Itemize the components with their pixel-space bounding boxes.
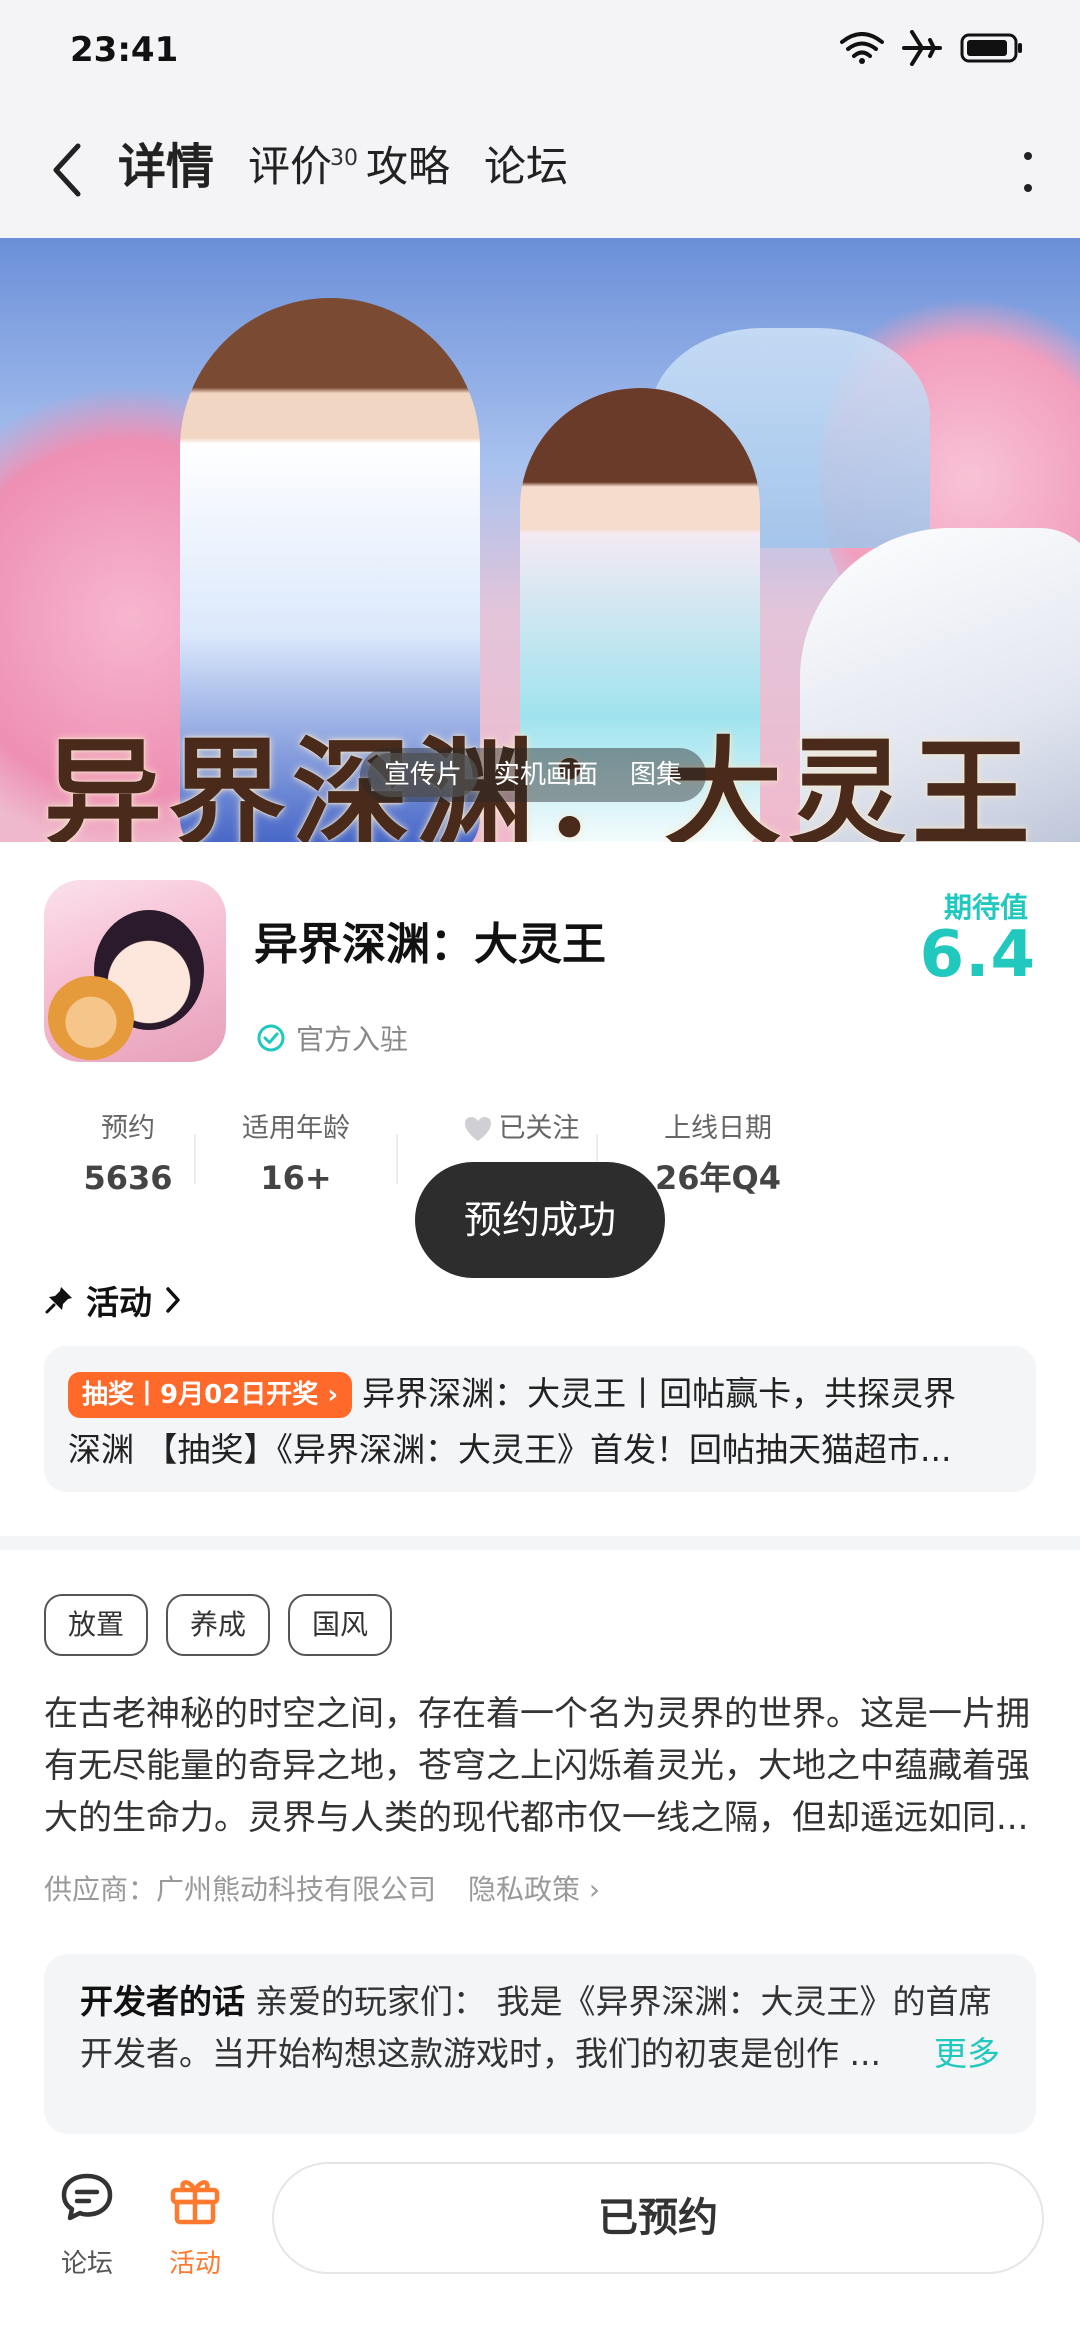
activity-heading: 活动 [86,1283,152,1322]
stat-follow-text: 已关注 [498,1113,580,1144]
official-label: 官方入驻 [296,1023,409,1056]
review-count-badge: 30 [330,146,359,171]
lottery-badge: 抽奖丨9月02日开奖 › [68,1372,353,1418]
tab-guides[interactable]: 攻略 [366,134,450,200]
back-arrow-icon[interactable] [48,140,88,200]
battery-icon [960,33,1022,63]
status-icons [840,30,1024,66]
developer-notes-text: 开发者的话 亲爱的玩家们： 我是《异界深渊：大灵王》的首席开发者。当开始构想这款游… [80,1976,1000,2080]
bottom-action-bar: 论坛 活动 已预约 [0,2134,1080,2340]
tab-guides-label: 攻略 [366,142,451,191]
stat-age-rating: 适用年龄 16+ [226,1108,366,1202]
media-tab-gallery[interactable]: 图集 [614,748,698,802]
game-description[interactable]: 在古老神秘的时空之间，存在着一个名为灵界的世界。这是一片拥有无尽能量的奇异之地，… [44,1688,1036,1844]
tab-details[interactable]: 详情 [118,134,214,200]
supplier-row: 供应商：广州熊动科技有限公司 隐私政策 › [44,1868,600,1908]
verified-check-icon [257,1024,285,1052]
tag-item[interactable]: 国风 [288,1594,393,1656]
bottom-forum-label: 论坛 [60,2249,113,2279]
activity-header[interactable]: 活动 [44,1276,182,1324]
developer-notes-title: 开发者的话 [80,1982,245,2021]
stat-reservations-value: 5636 [83,1159,173,1197]
stat-follow-label: 已关注 [426,1108,616,1150]
stat-age-value: 16+ [260,1159,332,1197]
media-tab-gameplay[interactable]: 实机画面 [478,748,614,802]
app-icon-tiger-cub [48,976,134,1060]
section-divider [0,1536,1080,1550]
app-icon [44,880,226,1062]
app-name: 异界深渊：大灵王 [254,919,606,970]
detail-tabs: 详情 评价 30 攻略 论坛 [118,134,568,200]
stat-reservations-label: 预约 [101,1113,155,1144]
airplane-icon [902,30,942,66]
promo-banner[interactable]: 异界深渊：大灵王 宣传片 实机画面 图集 [0,238,1080,842]
forum-chat-icon [61,2173,113,2221]
privacy-policy-label: 隐私政策 [468,1873,581,1906]
status-bar: 23:41 [0,0,1080,100]
stat-divider [194,1134,196,1184]
activity-text: 抽奖丨9月02日开奖 › 异界深渊：大灵王丨回帖赢卡，共探灵界 深渊 【抽奖】《异… [68,1366,1012,1478]
tab-reviews-label: 评价 [248,142,333,191]
supplier-label: 供应商：广州熊动科技有限公司 [44,1873,437,1906]
bottom-forum-button[interactable]: 论坛 [32,2170,142,2280]
tab-forum-label: 论坛 [484,142,569,191]
stat-follow[interactable]: 已关注 [426,1108,616,1154]
lottery-badge-label: 抽奖丨9月02日开奖 [82,1380,319,1410]
genre-tags: 放置 养成 国风 [44,1594,393,1656]
developer-more-link[interactable]: 更多 [926,2028,1000,2080]
reserved-button[interactable]: 已预约 [272,2162,1044,2274]
tag-item[interactable]: 养成 [166,1594,271,1656]
privacy-policy-link[interactable]: 隐私政策 › [468,1868,600,1908]
tag-item[interactable]: 放置 [44,1594,149,1656]
official-badge: 官方入驻 [256,1018,408,1058]
chevron-right-icon [166,1287,180,1313]
expectation-score: 6.4 [919,918,1036,992]
tab-forum[interactable]: 论坛 [484,134,568,200]
tab-details-label: 详情 [118,139,215,195]
pin-icon [45,1287,72,1314]
gift-icon [170,2180,220,2225]
activity-line-2: 深渊 【抽奖】《异界深渊：大灵王》首发！回帖抽天猫超市... [68,1430,952,1469]
stat-age-label: 适用年龄 [242,1113,350,1144]
bottom-activity-button[interactable]: 活动 [140,2170,250,2280]
toast-message: 预约成功 [415,1162,665,1278]
activity-card[interactable]: 抽奖丨9月02日开奖 › 异界深渊：大灵王丨回帖赢卡，共探灵界 深渊 【抽奖】《异… [44,1346,1036,1492]
media-switcher: 宣传片 实机画面 图集 [360,748,707,802]
stat-reservations: 预约 5636 [58,1108,198,1202]
stat-launch-label: 上线日期 [664,1113,772,1144]
more-options-icon[interactable] [1016,150,1040,194]
tab-reviews[interactable]: 评价 30 [248,134,358,200]
developer-notes-card[interactable]: 开发者的话 亲爱的玩家们： 我是《异界深渊：大灵王》的首席开发者。当开始构想这款游… [44,1954,1036,2134]
stat-divider [396,1134,398,1184]
wifi-icon [840,32,884,64]
activity-line-1: 异界深渊：大灵王丨回帖赢卡，共探灵界 [362,1374,957,1413]
bottom-activity-label: 活动 [168,2249,221,2279]
media-tab-trailer[interactable]: 宣传片 [368,753,479,797]
status-time: 23:41 [70,30,179,70]
heart-icon [464,1117,491,1141]
top-nav: 详情 评价 30 攻略 论坛 [0,100,1080,238]
